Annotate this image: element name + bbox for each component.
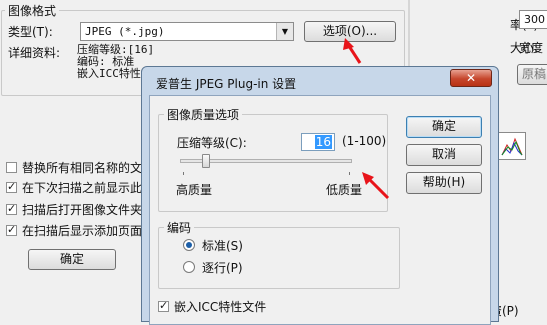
arrow-to-slider [362,172,390,200]
arrow-to-options [343,38,362,64]
annotation-arrows [343,38,390,200]
